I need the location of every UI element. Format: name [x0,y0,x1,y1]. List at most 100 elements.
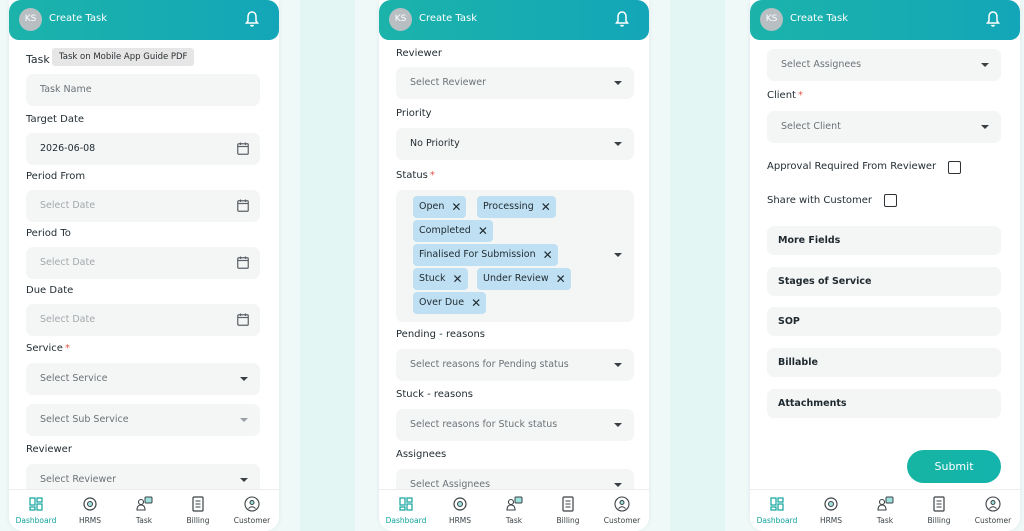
remove-chip-icon[interactable]: ✕ [451,196,461,218]
service-label-text: Service [26,343,63,354]
calendar-icon[interactable] [237,142,249,155]
chevron-down-icon [240,418,248,422]
section-attachments[interactable]: Attachments [767,389,1001,418]
chip-label: Processing [483,201,534,212]
assignees-select[interactable]: Select Assignees [767,49,1001,81]
chip-label: Stuck [419,273,446,284]
nav-hrms[interactable]: HRMS [804,490,858,531]
section-billable[interactable]: Billable [767,348,1001,377]
page-title: Create Task [419,13,477,24]
status-chip: Completed ✕ [413,220,493,242]
avatar[interactable]: KS [760,8,783,31]
section-stages-of-service[interactable]: Stages of Service [767,267,1001,296]
status-multiselect[interactable]: Open ✕ Processing ✕ Completed ✕ Finalised F… [396,190,634,322]
nav-label: Task [505,516,523,525]
period-from-input[interactable]: Select Date [26,190,260,222]
nav-task[interactable]: Task [117,490,171,531]
sub-service-placeholder: Select Sub Service [40,414,129,425]
bell-icon[interactable] [615,10,629,28]
priority-label: Priority [396,108,432,119]
chip-label: Finalised For Submission [419,249,536,260]
bell-icon[interactable] [986,10,1000,28]
nav-customer[interactable]: Customer [595,490,649,531]
chip-label: Over Due [419,297,465,308]
assignees-label: Assignees [396,449,447,460]
page-title: Create Task [790,13,848,24]
remove-chip-icon[interactable]: ✕ [478,220,488,242]
reviewer-select[interactable]: Select Reviewer [396,67,634,99]
nav-dashboard[interactable]: Dashboard [750,490,804,531]
remove-chip-icon[interactable]: ✕ [471,292,481,314]
chevron-down-icon [614,142,622,146]
chevron-down-icon [614,81,622,85]
status-label: Status * [396,170,435,181]
remove-chip-icon[interactable]: ✕ [543,244,553,266]
calendar-icon[interactable] [237,199,249,212]
target-date-input[interactable]: 2026-06-08 [26,133,260,165]
assignees-select[interactable]: Select Assignees [396,469,634,489]
nav-billing[interactable]: Billing [171,490,225,531]
priority-select[interactable]: No Priority [396,128,634,160]
app-header: KS Create Task [750,0,1020,40]
remove-chip-icon[interactable]: ✕ [453,268,463,290]
pending-reasons-placeholder: Select reasons for Pending status [410,359,569,370]
approval-label: Approval Required From Reviewer [767,161,937,172]
nav-label: Customer [974,516,1012,525]
nav-label: Task [876,516,894,525]
sub-service-select[interactable]: Select Sub Service [26,404,260,436]
reviewer-select[interactable]: Select Reviewer [26,464,260,489]
status-chip: Open ✕ [413,196,467,218]
due-date-label: Due Date [26,285,74,296]
billing-icon [933,496,945,512]
nav-task[interactable]: Task [487,490,541,531]
form-content: Reviewer Select Reviewer Priority No Pri… [379,40,649,489]
submit-button[interactable]: Submit [907,450,1001,483]
due-date-input[interactable]: Select Date [26,304,260,336]
period-from-label: Period From [26,171,86,182]
period-from-placeholder: Select Date [40,200,96,211]
nav-customer[interactable]: Customer [966,490,1020,531]
client-select[interactable]: Select Client [767,111,1001,143]
bell-icon[interactable] [245,10,259,28]
nav-task[interactable]: Task [858,490,912,531]
share-customer-checkbox[interactable] [884,194,897,207]
nav-hrms[interactable]: HRMS [433,490,487,531]
section-more-fields[interactable]: More Fields [767,226,1001,255]
remove-chip-icon[interactable]: ✕ [541,196,551,218]
approval-checkbox[interactable] [948,161,961,174]
nav-label: Dashboard [385,516,427,525]
calendar-icon[interactable] [237,313,249,326]
section-sop[interactable]: SOP [767,307,1001,336]
remove-chip-icon[interactable]: ✕ [556,268,566,290]
task-name-input[interactable]: Task Name [26,74,260,106]
customer-icon [244,496,260,512]
pending-reasons-label: Pending - reasons [396,329,485,340]
nav-customer[interactable]: Customer [225,490,279,531]
status-chip: Stuck ✕ [413,268,468,290]
nav-dashboard[interactable]: Dashboard [9,490,63,531]
chevron-down-icon [614,483,622,487]
background-stripe [670,0,725,531]
assignees-placeholder: Select Assignees [781,59,862,70]
nav-dashboard[interactable]: Dashboard [379,490,433,531]
calendar-icon[interactable] [237,256,249,269]
avatar[interactable]: KS [19,8,42,31]
nav-billing[interactable]: Billing [912,490,966,531]
period-to-input[interactable]: Select Date [26,247,260,279]
chip-label: Open [419,201,445,212]
chevron-down-icon [240,377,248,381]
nav-label: Task [135,516,153,525]
service-select[interactable]: Select Service [26,363,260,395]
target-date-label: Target Date [26,114,85,125]
nav-billing[interactable]: Billing [541,490,595,531]
stuck-reasons-select[interactable]: Select reasons for Stuck status [396,409,634,441]
client-placeholder: Select Client [781,121,841,132]
phone-screen-3: KS Create Task Select Assignees Client * … [750,0,1020,531]
avatar[interactable]: KS [389,8,412,31]
bottom-nav: Dashboard HRMS Task Billing Customer [379,489,649,531]
status-chip: Processing ✕ [477,196,556,218]
nav-hrms[interactable]: HRMS [63,490,117,531]
task-name-placeholder: Task Name [40,84,92,95]
assignees-placeholder: Select Assignees [410,479,491,489]
pending-reasons-select[interactable]: Select reasons for Pending status [396,349,634,381]
